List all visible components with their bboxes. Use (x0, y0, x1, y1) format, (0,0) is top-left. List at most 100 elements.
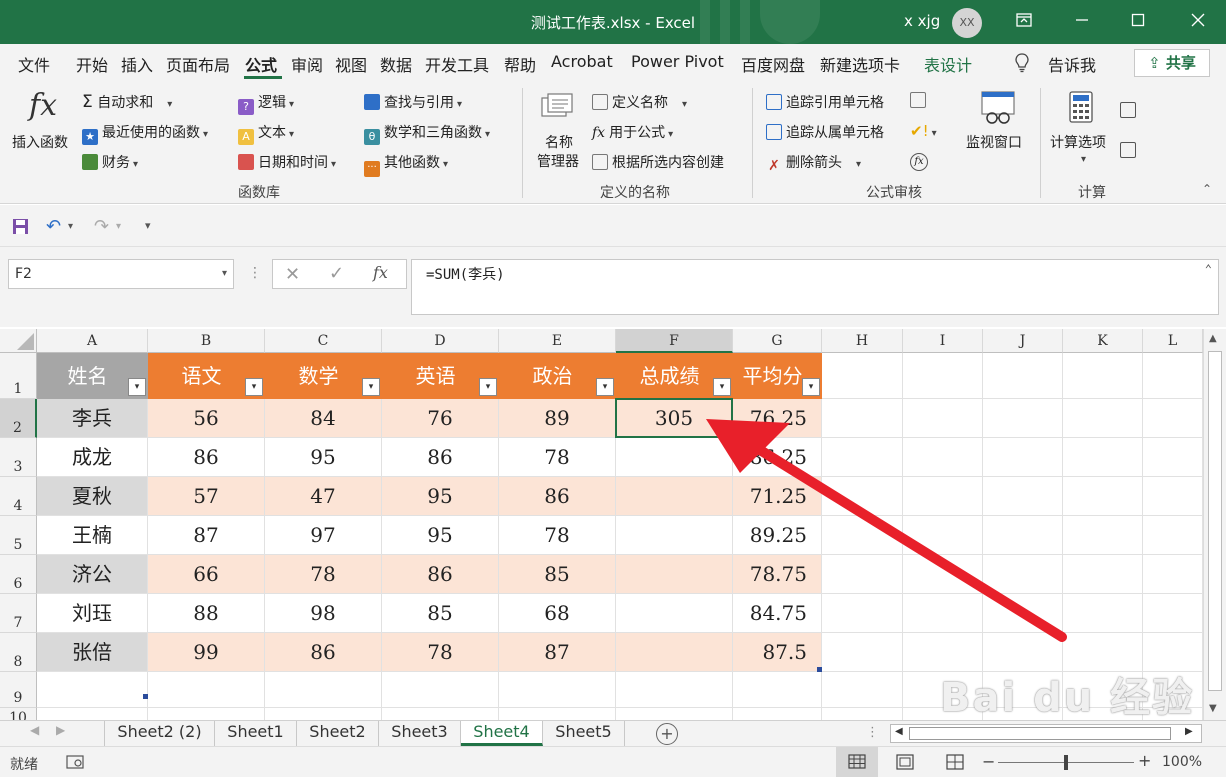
drag-handle-icon[interactable]: ⋮ (248, 265, 262, 281)
undo-icon[interactable]: ↶ (46, 216, 61, 237)
trace-dependents-button[interactable]: 追踪从属单元格 (766, 122, 884, 142)
menu-new-tab[interactable]: 新建选项卡 (820, 52, 900, 76)
menu-page-layout[interactable]: 页面布局 (166, 52, 230, 76)
name-box[interactable]: F2 ▾ (8, 259, 234, 289)
insert-function-icon[interactable]: fx (373, 263, 388, 282)
normal-view-icon[interactable] (836, 747, 878, 777)
close-icon[interactable] (1184, 8, 1212, 36)
customize-qat-icon[interactable]: ▾ (145, 219, 151, 232)
menu-power-pivot[interactable]: Power Pivot (631, 52, 724, 71)
add-sheet-icon[interactable]: + (656, 723, 678, 745)
menu-acrobat[interactable]: Acrobat (551, 52, 613, 71)
undo-dropdown-icon[interactable]: ▾ (68, 221, 73, 232)
define-name-button[interactable]: 定义名称 ▾ (592, 92, 687, 112)
menu-review[interactable]: 审阅 (291, 52, 323, 76)
user-name[interactable]: x xjg (904, 12, 940, 30)
tab-split-handle-icon[interactable]: ⋮ (866, 725, 879, 740)
sheet-tab-sheet4[interactable]: Sheet4 (461, 721, 543, 746)
minimize-icon[interactable] (1068, 8, 1096, 36)
math-button[interactable]: θ 数学和三角函数 ▾ (364, 122, 490, 145)
horizontal-scrollbar[interactable]: ◀ ▶ (890, 724, 1202, 743)
sheet-tab-sheet3[interactable]: Sheet3 (379, 721, 461, 746)
watch-window-icon[interactable] (980, 90, 1016, 130)
collapse-ribbon-icon[interactable]: ⌃ (1202, 182, 1212, 196)
chevron-down-icon[interactable]: ▾ (222, 260, 227, 288)
chevron-down-icon: ▾ (856, 159, 862, 170)
chevron-down-icon: ▾ (931, 128, 937, 139)
financial-button[interactable]: 财务 ▾ (82, 152, 138, 172)
menu-data[interactable]: 数据 (380, 52, 412, 76)
scroll-right-icon[interactable]: ▶ (1185, 726, 1193, 737)
show-formulas-icon[interactable] (910, 92, 930, 109)
page-break-view-icon[interactable] (946, 754, 964, 774)
save-icon[interactable] (12, 218, 29, 239)
chevron-down-icon: ▾ (443, 159, 449, 170)
menu-help[interactable]: 帮助 (504, 52, 536, 76)
worksheet-grid[interactable]: ABCDEFGHIJKL 1 2 3 4 5 6 7 8 9 10 姓名 ▾ 语文 ▾ 数学 ▾ 英语 ▾ 政治 ▾… (0, 327, 1226, 720)
menu-insert[interactable]: 插入 (121, 52, 153, 76)
scroll-left-icon[interactable]: ◀ (895, 726, 903, 737)
zoom-out-icon[interactable]: − (982, 752, 995, 771)
name-manager-icon[interactable] (540, 92, 578, 128)
accessibility-icon[interactable] (66, 755, 84, 773)
ribbon-display-icon[interactable] (1010, 8, 1038, 36)
error-check-glyph: ✔! (910, 122, 929, 140)
menu-file[interactable]: 文件 (18, 52, 50, 76)
menu-home[interactable]: 开始 (76, 52, 108, 76)
menu-developer[interactable]: 开发工具 (425, 52, 489, 76)
use-in-formula-button[interactable]: fx 用于公式 ▾ (592, 122, 673, 142)
sheet-tab-sheet1[interactable]: Sheet1 (215, 721, 297, 746)
lookup-button[interactable]: 查找与引用 ▾ (364, 92, 462, 112)
calculate-now-icon[interactable] (1120, 102, 1140, 119)
redo-icon[interactable]: ↷ (94, 216, 109, 237)
zoom-slider-thumb[interactable] (1064, 755, 1068, 770)
error-checking-icon[interactable]: ✔! ▾ (910, 122, 937, 140)
sigma-icon: Σ (82, 92, 93, 112)
menu-table-design[interactable]: 表设计 (924, 52, 972, 76)
tell-me-search[interactable]: 告诉我 (1048, 52, 1096, 76)
zoom-level[interactable]: 100% (1162, 754, 1202, 770)
sheet-tab-sheet2[interactable]: Sheet2 (297, 721, 379, 746)
more-label: 其他函数 (384, 155, 440, 171)
formula-input[interactable]: =SUM(李兵) ⌃ (411, 259, 1219, 315)
menu-baidu-netdisk[interactable]: 百度网盘 (741, 52, 805, 76)
define-name-label: 定义名称 (612, 95, 668, 111)
recent-functions-button[interactable]: ★ 最近使用的函数 ▾ (82, 122, 208, 145)
datetime-button[interactable]: 日期和时间 ▾ (238, 152, 336, 172)
enter-icon[interactable]: ✓ (329, 263, 344, 284)
logical-button[interactable]: ? 逻辑 ▾ (238, 92, 294, 115)
chevron-down-icon[interactable]: ▾ (1078, 150, 1086, 166)
calculate-sheet-icon[interactable] (1120, 142, 1140, 159)
prev-sheet-icon[interactable]: ◀ (30, 723, 39, 737)
remove-arrows-button[interactable]: ✗ 删除箭头 ▾ (766, 152, 861, 174)
menu-view[interactable]: 视图 (335, 52, 367, 76)
calc-options-label[interactable]: 计算选项 (1050, 132, 1106, 152)
lightbulb-icon[interactable] (1014, 53, 1030, 77)
next-sheet-icon[interactable]: ▶ (56, 723, 65, 737)
sheet-tab-sheet5[interactable]: Sheet5 (543, 721, 625, 746)
evaluate-formula-icon[interactable]: fx (910, 152, 928, 171)
share-label: 共享 (1165, 54, 1196, 72)
horizontal-scroll-thumb[interactable] (909, 727, 1171, 740)
trace-precedents-button[interactable]: 追踪引用单元格 (766, 92, 884, 112)
redo-dropdown-icon[interactable]: ▾ (116, 221, 121, 232)
calculator-icon[interactable] (1068, 90, 1094, 128)
share-button[interactable]: ⇪ 共享 (1134, 49, 1210, 77)
menu-formulas[interactable]: 公式 (245, 52, 277, 76)
page-layout-view-icon[interactable] (896, 754, 914, 774)
autosum-button[interactable]: Σ 自动求和 ▾ (82, 92, 172, 112)
status-bar: 就绪 − + 100% (0, 746, 1226, 777)
create-from-selection-button[interactable]: 根据所选内容创建 (592, 152, 724, 172)
insert-function-button[interactable]: fx (18, 88, 68, 123)
sheet-tab-sheet2-2[interactable]: Sheet2 (2) (105, 721, 215, 746)
more-functions-button[interactable]: ··· 其他函数 ▾ (364, 152, 448, 177)
logical-label: 逻辑 (258, 95, 286, 111)
collapse-formula-icon[interactable]: ⌃ (1205, 262, 1212, 276)
zoom-in-icon[interactable]: + (1138, 751, 1151, 770)
text-button[interactable]: A 文本 ▾ (238, 122, 294, 145)
text-label: 文本 (258, 125, 286, 141)
chevron-down-icon: ▾ (485, 129, 491, 140)
cancel-icon[interactable]: ✕ (285, 264, 300, 285)
avatar[interactable]: XX (952, 8, 982, 38)
maximize-icon[interactable] (1124, 8, 1152, 36)
